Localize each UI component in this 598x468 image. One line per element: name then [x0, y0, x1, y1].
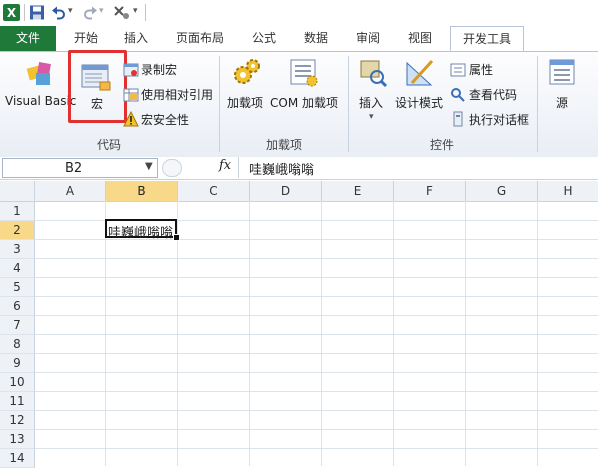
record-macro-button[interactable]: 录制宏	[141, 61, 177, 78]
row-header-9[interactable]: 9	[0, 354, 35, 373]
record-macro-icon	[123, 63, 139, 77]
formula-bar-grip[interactable]	[162, 159, 182, 177]
row-header-13[interactable]: 13	[0, 430, 35, 449]
tab-file[interactable]: 文件	[0, 26, 56, 51]
undo-dropdown-icon[interactable]: ▾	[68, 6, 73, 16]
fill-handle[interactable]	[173, 234, 180, 241]
macros-highlight-box	[68, 50, 127, 123]
row-header-1[interactable]: 1	[0, 202, 35, 221]
formula-bar: B2 ▼ fx 哇巍峨嗡嗡	[0, 157, 598, 180]
column-header-f[interactable]: F	[394, 181, 466, 202]
run-dialog-button[interactable]: 执行对话框	[469, 111, 529, 128]
row-header-14[interactable]: 14	[0, 449, 35, 468]
select-all-corner[interactable]	[0, 181, 35, 202]
column-header-c[interactable]: C	[178, 181, 250, 202]
com-addins-icon	[290, 59, 318, 87]
run-dialog-icon	[453, 111, 463, 127]
tab-view[interactable]: 视图	[398, 26, 442, 51]
name-box-dropdown-icon[interactable]: ▼	[145, 161, 153, 172]
addins-button[interactable]: 加载项	[227, 94, 263, 111]
com-addins-button[interactable]: COM 加载项	[270, 94, 338, 111]
worksheet-grid[interactable]: A B C D E F G H 1 2 3 4 5 6 7 8 9 10 11 …	[0, 181, 598, 468]
warning-icon	[123, 111, 139, 127]
insert-controls-button[interactable]: 插入	[359, 94, 383, 111]
row-header-11[interactable]: 11	[0, 392, 35, 411]
visual-basic-icon	[26, 62, 51, 85]
insert-function-button[interactable]: fx	[219, 158, 231, 173]
redo-dropdown-icon[interactable]: ▾	[99, 6, 104, 16]
row-header-8[interactable]: 8	[0, 335, 35, 354]
selected-cell-b2[interactable]: 哇巍峨嗡嗡	[105, 219, 177, 241]
cell-b2-value: 哇巍峨嗡嗡	[108, 226, 174, 241]
row-header-10[interactable]: 10	[0, 373, 35, 392]
insert-controls-icon	[360, 60, 388, 88]
addins-icon	[234, 59, 260, 84]
row-header-7[interactable]: 7	[0, 316, 35, 335]
source-icon	[549, 59, 575, 85]
tab-data[interactable]: 数据	[294, 26, 338, 51]
row-header-3[interactable]: 3	[0, 240, 35, 259]
qat-dropdown-icon[interactable]: ▾	[133, 6, 138, 16]
controls-group-label: 控件	[429, 138, 454, 152]
row-header-6[interactable]: 6	[0, 297, 35, 316]
relative-references-icon	[123, 88, 139, 102]
save-icon[interactable]	[29, 4, 45, 21]
source-button[interactable]: 源	[556, 94, 568, 111]
ribbon-panel: Visual Basic 宏 录制宏 使用相对引用 宏安全性 代码 加载项 CO…	[0, 50, 598, 158]
row-header-4[interactable]: 4	[0, 259, 35, 278]
properties-icon	[450, 63, 466, 77]
svg-text:X: X	[7, 6, 17, 20]
addins-group-label: 加载项	[265, 138, 302, 152]
redo-icon[interactable]	[82, 4, 98, 21]
visual-basic-button[interactable]: Visual Basic	[5, 94, 76, 108]
tab-page-layout[interactable]: 页面布局	[168, 26, 232, 51]
column-header-d[interactable]: D	[250, 181, 322, 202]
column-header-a[interactable]: A	[35, 181, 106, 202]
ribbon-tabs: 文件 开始 插入 页面布局 公式 数据 审阅 视图 开发工具	[0, 26, 598, 52]
column-header-g[interactable]: G	[466, 181, 538, 202]
code-group-label: 代码	[96, 138, 121, 152]
macro-security-button[interactable]: 宏安全性	[141, 111, 189, 128]
tab-formulas[interactable]: 公式	[242, 26, 286, 51]
view-code-icon	[451, 88, 465, 102]
tab-insert[interactable]: 插入	[114, 26, 158, 51]
use-relative-references-button[interactable]: 使用相对引用	[141, 86, 213, 103]
view-code-button[interactable]: 查看代码	[469, 86, 517, 103]
undo-icon[interactable]	[51, 4, 67, 21]
formula-input[interactable]: 哇巍峨嗡嗡	[249, 159, 314, 178]
column-header-b[interactable]: B	[106, 181, 178, 202]
customize-icon[interactable]	[113, 4, 131, 21]
row-header-12[interactable]: 12	[0, 411, 35, 430]
design-mode-button[interactable]: 设计模式	[395, 94, 443, 111]
tab-developer[interactable]: 开发工具	[450, 26, 524, 52]
name-box[interactable]: B2 ▼	[2, 158, 158, 178]
excel-icon[interactable]: X	[3, 4, 20, 21]
column-header-h[interactable]: H	[538, 181, 598, 202]
design-mode-icon	[406, 59, 434, 86]
column-header-e[interactable]: E	[322, 181, 394, 202]
name-box-value: B2	[65, 161, 83, 176]
quick-access-toolbar: X ▾ ▾ ▾	[0, 0, 598, 26]
properties-button[interactable]: 属性	[469, 61, 493, 78]
row-header-5[interactable]: 5	[0, 278, 35, 297]
row-header-2[interactable]: 2	[0, 221, 35, 240]
insert-dropdown-icon[interactable]: ▾	[369, 112, 374, 122]
tab-review[interactable]: 审阅	[346, 26, 390, 51]
tab-home[interactable]: 开始	[64, 26, 108, 51]
